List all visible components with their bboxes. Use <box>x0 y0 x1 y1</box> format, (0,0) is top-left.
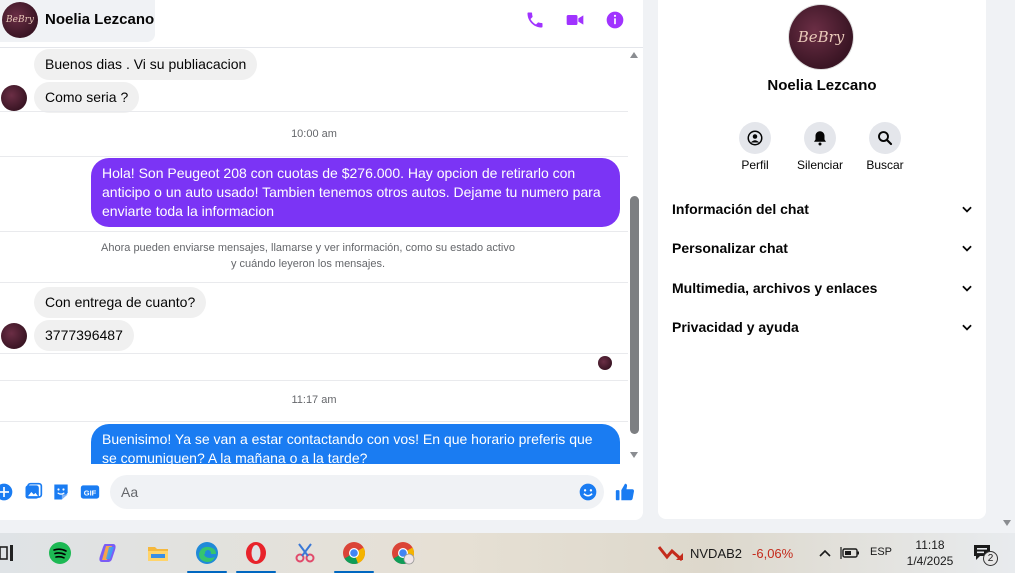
taskbar: NVDAB2 -6,06% ESP 11:18 1/4/2025 2 <box>0 533 1015 573</box>
info-contact-name: Noelia Lezcano <box>767 77 877 94</box>
chat-header: BeBry Noelia Lezcano <box>0 0 643 48</box>
spotify-icon[interactable] <box>46 539 74 567</box>
chevron-down-icon <box>962 206 972 213</box>
message-bubble[interactable]: Hola! Son Peugeot 208 con cuotas de $276… <box>91 158 620 227</box>
clock[interactable]: 11:18 1/4/2025 <box>895 537 965 569</box>
section-label: Multimedia, archivos y enlaces <box>672 280 878 296</box>
copilot-icon[interactable] <box>95 539 123 567</box>
info-icon[interactable] <box>605 10 625 30</box>
video-camera-icon[interactable] <box>565 10 585 30</box>
message-bubble[interactable]: Con entrega de cuanto? <box>34 287 207 318</box>
profile-label: Perfil <box>741 158 769 172</box>
gif-label: GIF <box>84 488 97 497</box>
ticker-change: -6,06% <box>752 545 794 561</box>
profile-button[interactable]: Perfil <box>720 122 790 172</box>
like-icon[interactable] <box>614 481 636 503</box>
section-label: Información del chat <box>672 201 809 217</box>
section-customize-chat[interactable]: Personalizar chat <box>672 236 974 260</box>
divider <box>0 380 628 381</box>
section-label: Personalizar chat <box>672 240 788 256</box>
contact-avatar[interactable]: BeBry <box>2 2 38 38</box>
scroll-up-arrow[interactable] <box>630 52 638 58</box>
ticker-symbol: NVDAB2 <box>690 545 743 561</box>
notification-count: 2 <box>983 551 998 566</box>
divider <box>0 421 628 422</box>
section-privacy-support[interactable]: Privacidad y ayuda <box>672 315 974 339</box>
profile-icon <box>747 130 763 146</box>
gif-icon[interactable]: GIF <box>80 482 102 502</box>
page-scroll-down-arrow[interactable] <box>1003 520 1011 526</box>
message-bubble[interactable]: Buenos dias . Vi su publiacacion <box>34 49 258 80</box>
edge-icon[interactable] <box>187 539 227 573</box>
battery-icon[interactable] <box>840 545 860 561</box>
timestamp: 11:17 am <box>291 394 337 406</box>
emoji-icon[interactable] <box>578 482 598 502</box>
avatar-logo-text: BeBry <box>6 15 34 25</box>
section-label: Privacidad y ayuda <box>672 319 799 335</box>
chat-panel: BeBry Noelia Lezcano Buenos dias . Vi su… <box>0 0 643 520</box>
plus-icon[interactable] <box>0 482 14 502</box>
message-bubble[interactable]: 3777396487 <box>34 320 134 351</box>
sticker-icon[interactable] <box>51 482 71 502</box>
avatar-logo-text: BeBry <box>797 28 845 46</box>
file-explorer-icon[interactable] <box>144 539 172 567</box>
divider <box>0 353 628 354</box>
phone-icon[interactable] <box>525 10 545 30</box>
stock-ticker-widget[interactable]: NVDAB2 -6,06% <box>658 542 793 564</box>
info-avatar[interactable]: BeBry <box>789 5 853 69</box>
scroll-down-arrow[interactable] <box>630 452 638 458</box>
notification-center[interactable]: 2 <box>972 543 998 566</box>
opera-icon[interactable] <box>236 539 276 573</box>
divider <box>0 111 628 112</box>
task-view-icon[interactable] <box>0 539 24 567</box>
notice-line: y cuándo leyeron los mensajes. <box>230 258 386 270</box>
sender-avatar[interactable] <box>1 323 27 349</box>
search-icon <box>878 131 893 146</box>
message-bubble[interactable]: Buenisimo! Ya se van a estar contactando… <box>91 424 620 464</box>
encryption-notice: Ahora pueden enviarse mensajes, llamarse… <box>60 240 556 272</box>
snipping-tool-icon[interactable] <box>291 539 319 567</box>
chevron-down-icon <box>962 245 972 252</box>
divider <box>0 282 628 283</box>
read-receipt-avatar <box>598 356 612 370</box>
chevron-down-icon <box>962 285 972 292</box>
notice-line: Ahora pueden enviarse mensajes, llamarse… <box>101 242 515 254</box>
contact-name[interactable]: Noelia Lezcano <box>45 11 154 28</box>
language-indicator[interactable]: ESP <box>870 546 892 558</box>
message-list[interactable]: Buenos dias . Vi su publiacacion Como se… <box>0 48 628 464</box>
chevron-down-icon <box>962 324 972 331</box>
header-contact[interactable]: BeBry Noelia Lezcano <box>0 0 155 42</box>
chrome-profile-icon[interactable] <box>389 539 417 567</box>
chrome-icon[interactable] <box>334 539 374 573</box>
composer: GIF <box>0 468 643 516</box>
mute-label: Silenciar <box>796 158 844 172</box>
image-icon[interactable] <box>23 482 43 502</box>
chevron-up-icon[interactable] <box>818 547 832 559</box>
stock-trend-icon <box>658 546 684 561</box>
search-label: Buscar <box>866 158 904 172</box>
clock-time: 11:18 <box>915 538 945 552</box>
clock-date: 1/4/2025 <box>906 554 954 568</box>
sender-avatar[interactable] <box>1 85 27 111</box>
divider <box>0 156 628 157</box>
search-button[interactable]: Buscar <box>850 122 920 172</box>
message-input[interactable] <box>110 475 604 509</box>
divider <box>0 231 628 232</box>
message-bubble[interactable]: Como seria ? <box>34 82 140 113</box>
scrollbar-thumb[interactable] <box>630 196 639 434</box>
section-media-files-links[interactable]: Multimedia, archivos y enlaces <box>672 276 974 300</box>
mute-button[interactable]: Silenciar <box>785 122 855 172</box>
section-chat-info[interactable]: Información del chat <box>672 197 974 221</box>
bell-icon <box>814 131 826 146</box>
timestamp: 10:00 am <box>291 128 337 140</box>
chat-info-panel: BeBry Noelia Lezcano Perfil Silenciar Bu… <box>658 0 986 519</box>
